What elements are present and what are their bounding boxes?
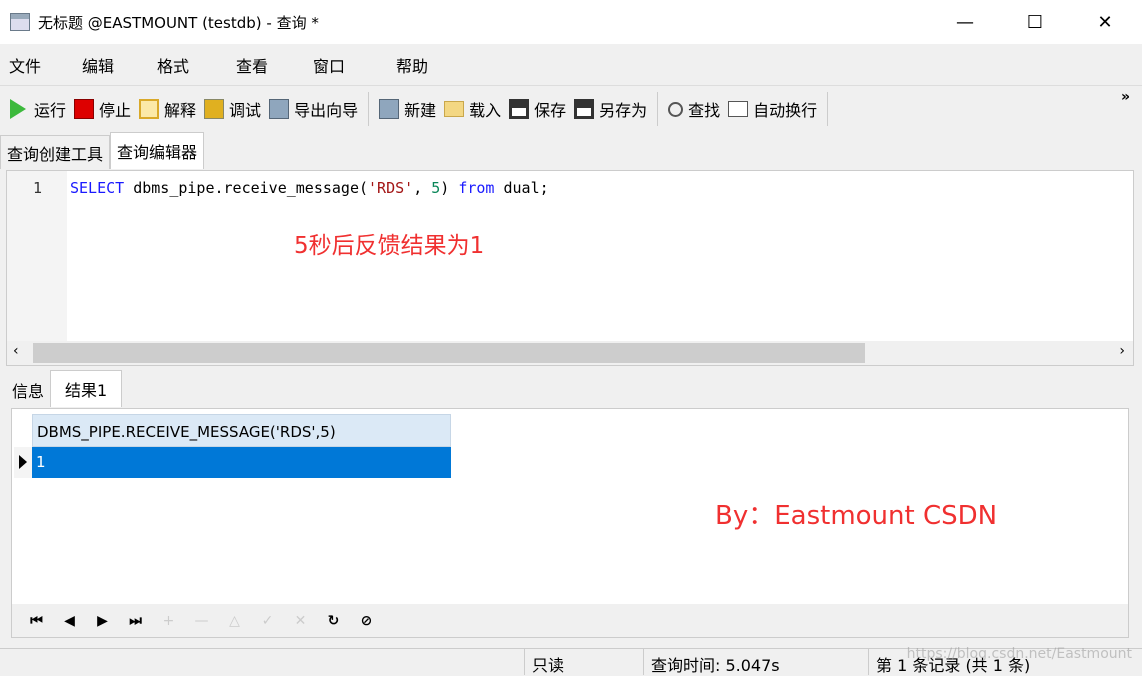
maximize-button[interactable]: ☐ [1000, 0, 1070, 44]
save-icon [509, 99, 530, 119]
toolbar-divider [827, 92, 829, 126]
debug-button[interactable]: 调试 [200, 92, 265, 126]
wrap-icon [728, 101, 749, 117]
first-record-icon[interactable]: ⏮ [20, 613, 53, 629]
find-button[interactable]: 查找 [664, 92, 724, 126]
close-button[interactable]: ✕ [1070, 0, 1140, 44]
search-icon [668, 101, 684, 117]
toolbar-overflow-button[interactable]: » [1121, 89, 1130, 105]
menu-file[interactable]: 文件 [9, 53, 41, 77]
record-navigator: ⏮ ◀ ▶ ⏭ + — △ ✓ ✕ ↻ ⊘ [12, 604, 1128, 637]
add-record-icon: + [162, 612, 175, 629]
horizontal-scrollbar[interactable]: ‹ › [7, 341, 1133, 365]
code-text: dbms_pipe.receive_message( [124, 179, 369, 197]
cancel-icon: ✕ [294, 612, 307, 629]
result-tabs: 信息 结果1 [6, 370, 123, 407]
save-button[interactable]: 保存 [505, 92, 570, 126]
folder-icon [444, 101, 465, 117]
readonly-status: 只读 [532, 656, 565, 675]
toolbar: 运行 停止 解释 调试 导出向导 新建 载入 保存 另存为 查找 自动换行 » [0, 87, 1142, 131]
code-text: dual; [494, 179, 549, 197]
line-gutter: 1 [7, 171, 67, 341]
last-record-icon[interactable]: ⏭ [119, 613, 152, 629]
bug-icon [204, 99, 225, 119]
table-cell[interactable]: 1 [32, 447, 451, 478]
column-header[interactable]: DBMS_PIPE.RECEIVE_MESSAGE('RDS',5) [32, 414, 451, 447]
apply-icon: ✓ [261, 612, 274, 629]
tab-result1[interactable]: 结果1 [50, 370, 123, 407]
toolbar-divider [657, 92, 659, 126]
code-string: 'RDS' [368, 179, 414, 197]
explain-icon [139, 99, 160, 119]
row-indicator-icon [14, 447, 32, 478]
next-record-icon[interactable]: ▶ [86, 613, 119, 629]
author-annotation: By：Eastmount CSDN [715, 501, 998, 531]
scroll-left-icon[interactable]: ‹ [13, 343, 19, 359]
stop-icon [74, 99, 95, 119]
menu-edit[interactable]: 编辑 [82, 53, 114, 77]
result-grid: DBMS_PIPE.RECEIVE_MESSAGE('RDS',5) 1 By：… [11, 408, 1129, 638]
export-wizard-button[interactable]: 导出向导 [265, 92, 362, 126]
prev-record-icon[interactable]: ◀ [53, 613, 86, 629]
load-button[interactable]: 载入 [440, 92, 505, 126]
export-icon [269, 99, 290, 119]
run-button[interactable]: 运行 [6, 92, 70, 126]
tab-info[interactable]: 信息 [6, 373, 50, 407]
menu-format[interactable]: 格式 [157, 53, 189, 77]
new-button[interactable]: 新建 [375, 92, 440, 126]
play-icon [10, 99, 26, 119]
save-as-icon [574, 99, 595, 119]
toolbar-divider [368, 92, 370, 126]
line-number: 1 [33, 179, 43, 197]
menu-bar: 文件 编辑 格式 查看 窗口 帮助 [0, 44, 1142, 86]
query-time: 查询时间: 5.047s [651, 656, 780, 675]
sql-editor[interactable]: 1 SELECT dbms_pipe.receive_message('RDS'… [6, 170, 1134, 366]
tab-query-builder[interactable]: 查询创建工具 [0, 135, 111, 169]
window-title: 无标题 @EASTMOUNT (testdb) - 查询 * [38, 13, 319, 32]
code-keyword: SELECT [70, 179, 125, 197]
tab-query-editor[interactable]: 查询编辑器 [110, 132, 205, 169]
menu-view[interactable]: 查看 [236, 53, 268, 77]
code-text: , [413, 179, 432, 197]
explain-button[interactable]: 解释 [135, 92, 200, 126]
query-tabs: 查询创建工具 查询编辑器 [0, 132, 205, 169]
scrollbar-thumb[interactable] [33, 343, 865, 363]
edit-record-icon: △ [229, 612, 240, 629]
delete-record-icon: — [194, 612, 209, 629]
sql-code[interactable]: SELECT dbms_pipe.receive_message('RDS', … [70, 179, 549, 197]
code-keyword: from [458, 179, 495, 197]
menu-window[interactable]: 窗口 [313, 53, 345, 77]
code-number: 5 [431, 179, 441, 197]
refresh-icon[interactable]: ↻ [317, 613, 350, 629]
stop-query-icon[interactable]: ⊘ [350, 613, 383, 629]
new-table-icon [379, 99, 400, 119]
word-wrap-button[interactable]: 自动换行 [724, 92, 821, 126]
code-text: ) [440, 179, 459, 197]
title-bar: 无标题 @EASTMOUNT (testdb) - 查询 * — ☐ ✕ [0, 0, 1142, 44]
stop-button[interactable]: 停止 [70, 92, 135, 126]
save-as-button[interactable]: 另存为 [570, 92, 651, 126]
watermark: https://blog.csdn.net/Eastmount [906, 646, 1132, 662]
annotation-text: 5秒后反馈结果为1 [294, 233, 485, 259]
app-icon [10, 13, 30, 31]
menu-help[interactable]: 帮助 [396, 53, 428, 77]
minimize-button[interactable]: — [930, 0, 1000, 44]
scroll-right-icon[interactable]: › [1119, 343, 1125, 359]
